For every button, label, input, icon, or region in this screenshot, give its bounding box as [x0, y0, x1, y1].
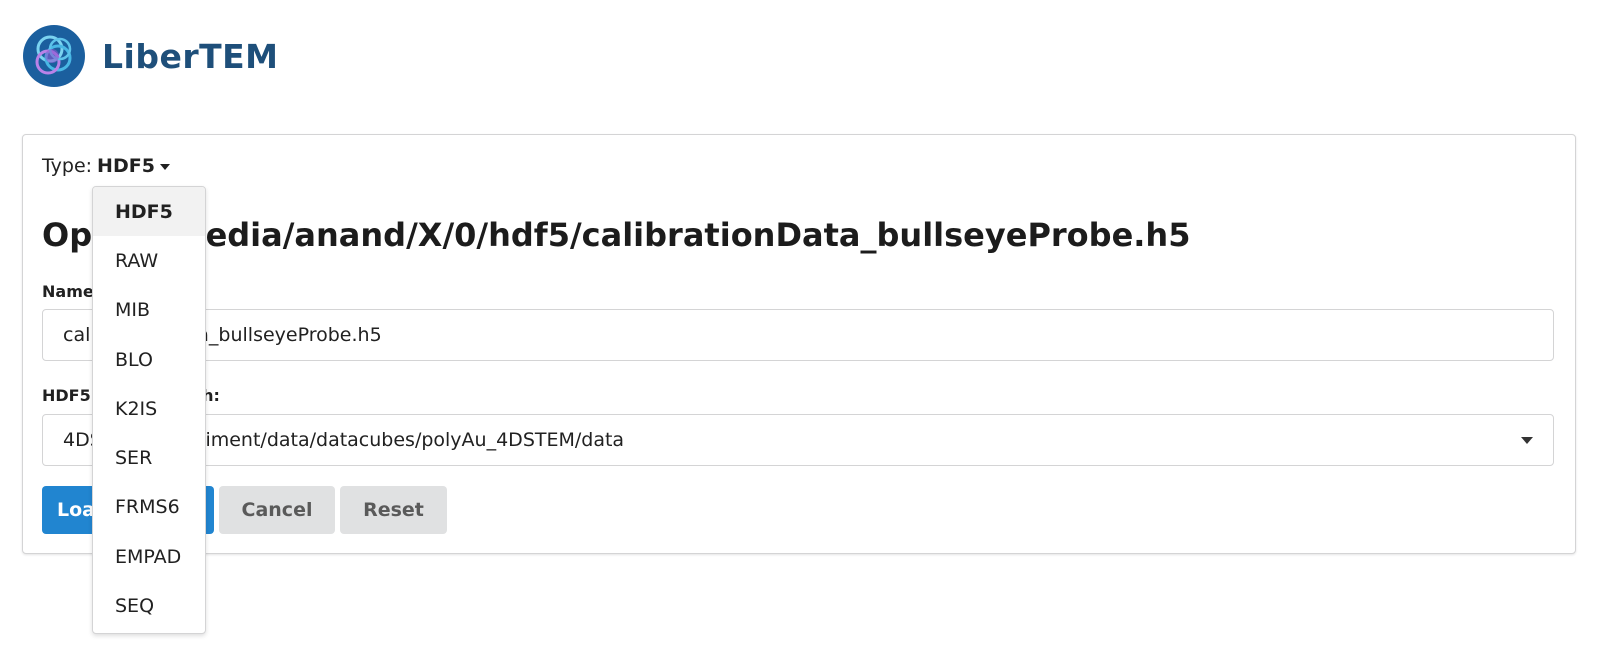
- menu-item-empad[interactable]: EMPAD: [93, 532, 205, 581]
- dropdown-caret-icon[interactable]: [1521, 436, 1533, 444]
- menu-item-k2is[interactable]: K2IS: [93, 384, 205, 433]
- reset-button[interactable]: Reset: [340, 486, 447, 534]
- menu-item-ser[interactable]: SER: [93, 433, 205, 482]
- cancel-button[interactable]: Cancel: [219, 486, 335, 534]
- libertem-logo-icon: [23, 25, 85, 87]
- type-dropdown-menu: HDF5 RAW MIB BLO K2IS SER FRMS6 EMPAD SE…: [92, 186, 206, 634]
- menu-item-raw[interactable]: RAW: [93, 236, 205, 285]
- hdf5-path-select[interactable]: 4DSTEM_experiment/data/datacubes/polyAu_…: [42, 414, 1554, 466]
- name-input[interactable]: [42, 309, 1554, 361]
- app-logo: LiberTEM: [22, 23, 279, 89]
- type-selector[interactable]: Type: HDF5: [42, 155, 170, 177]
- app-name: LiberTEM: [102, 36, 279, 76]
- menu-item-mib[interactable]: MIB: [93, 286, 205, 335]
- menu-item-frms6[interactable]: FRMS6: [93, 483, 205, 532]
- menu-item-blo[interactable]: BLO: [93, 335, 205, 384]
- type-value[interactable]: HDF5: [97, 155, 155, 177]
- menu-item-hdf5[interactable]: HDF5: [93, 187, 205, 237]
- menu-item-seq[interactable]: SEQ: [93, 581, 205, 630]
- page-title: Open: /media/anand/X/0/hdf5/calibrationD…: [42, 216, 1191, 254]
- type-label: Type:: [42, 155, 93, 177]
- chevron-down-icon[interactable]: [159, 164, 170, 170]
